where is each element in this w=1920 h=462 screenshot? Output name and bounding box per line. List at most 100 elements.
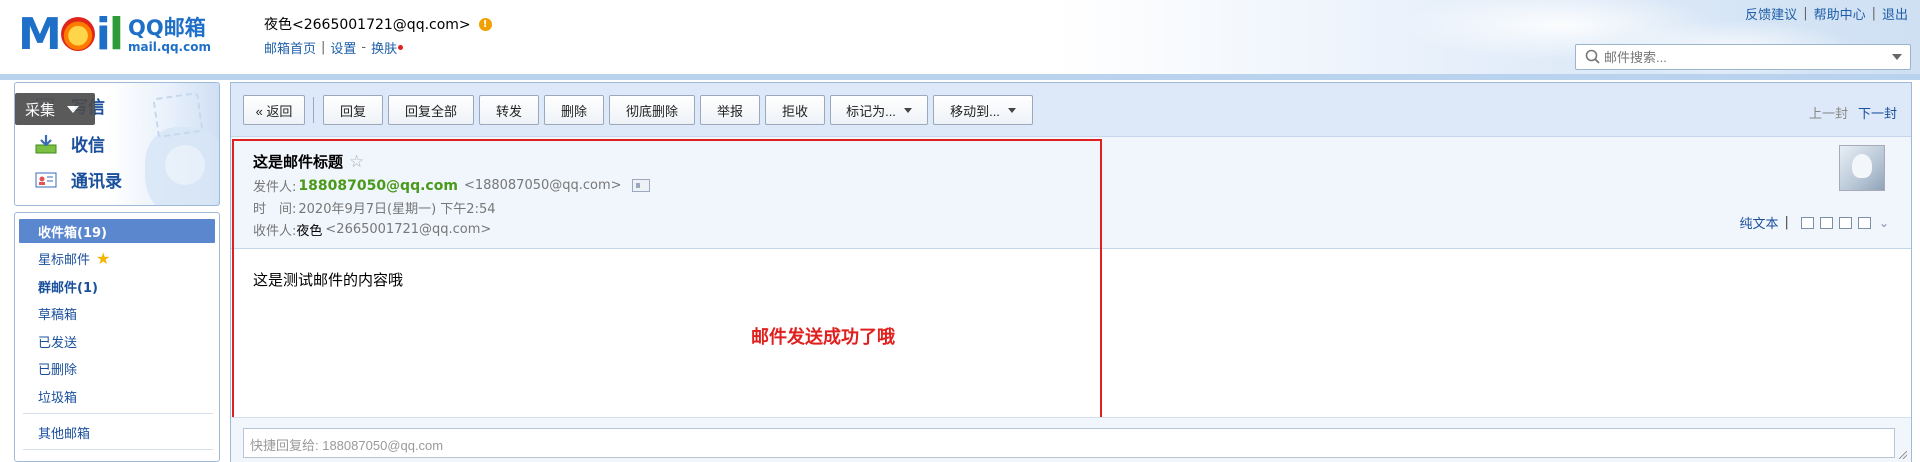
folder-other-mailboxes[interactable]: 其他邮箱 [19,420,215,444]
mail-search-box[interactable] [1575,44,1911,70]
user-display-name: 夜色<2665001721@qq.com> [264,17,471,33]
link-separator: | [321,40,326,55]
delete-button[interactable]: 删除 [544,95,604,125]
contact-card-icon[interactable] [631,179,650,192]
mailbox-home-link[interactable]: 邮箱首页 [264,38,316,57]
recipient-name[interactable]: 夜色 [296,220,322,239]
reply-button[interactable]: 回复 [323,95,383,125]
settings-link[interactable]: 设置 [330,38,356,57]
sender-line: 发件人: 188087050@qq.com <188087050@qq.com> [253,176,650,195]
folder-drafts[interactable]: 草稿箱 [19,301,215,325]
feedback-link[interactable]: 反馈建议 [1745,4,1797,23]
chevron-down-icon [67,105,80,113]
folder-group-mail[interactable]: 群邮件(1) [19,274,215,298]
header-stripe [0,74,1920,80]
folder-sent[interactable]: 已发送 [19,329,215,353]
sender-address: <188087050@qq.com> [463,178,622,193]
folder-label: 星标邮件 [38,252,91,268]
reply-all-button[interactable]: 回复全部 [388,95,474,125]
folder-label: 收件箱(19) [38,225,107,241]
mail-navigation: 上一封 下一封 [1809,103,1897,122]
qq-mail-logo[interactable]: Mil QQ邮箱 mail.qq.com [18,12,211,58]
sender-name[interactable]: 188087050@qq.com [298,178,458,194]
warning-icon[interactable]: ! [478,17,492,31]
contacts-button[interactable]: 通讯录 [35,167,122,192]
link-separator: - [361,40,367,55]
link-separator: | [1784,215,1789,230]
logo-mail-mark: Mil [18,9,124,60]
folder-label: 草稿箱 [38,307,78,323]
search-input[interactable] [1604,49,1884,65]
annotation-text: 邮件发送成功了哦 [751,327,895,348]
plain-text-link[interactable]: 纯文本 [1740,213,1779,232]
receive-label: 收信 [71,136,105,156]
folder-label: 群邮件(1) [38,280,98,296]
folder-list: 收件箱(19) 星标邮件 ★ 群邮件(1) 草稿箱 已发送 已删除 垃圾箱 其他… [14,212,220,462]
next-mail-link[interactable]: 下一封 [1858,103,1897,122]
search-dropdown-icon[interactable] [1892,54,1902,60]
mark-as-dropdown[interactable]: 标记为... [830,95,928,125]
save-icon[interactable] [1838,216,1852,229]
folder-spam[interactable]: 垃圾箱 [19,384,215,408]
capture-overlay-button[interactable]: 采集 [15,93,95,125]
sender-avatar[interactable] [1839,145,1885,191]
chevron-down-icon [903,107,912,113]
user-info: 夜色<2665001721@qq.com> ! 邮箱首页 | 设置 - 换肤 [264,14,492,57]
quick-actions-panel: 写信 收信 通讯录 采集 [14,82,220,206]
folder-label: 垃圾箱 [38,390,78,406]
print-icon[interactable] [1857,216,1871,229]
top-right-links: 反馈建议 | 帮助中心 | 退出 [1745,4,1908,23]
folder-divider [23,449,213,450]
toolbar-divider [313,97,314,123]
folder-divider [23,413,213,414]
contacts-label: 通讯录 [71,172,122,192]
reject-button[interactable]: 拒收 [765,95,825,125]
capture-label: 采集 [25,100,56,119]
move-to-label: 移动到... [950,103,1000,119]
folder-inbox[interactable]: 收件箱(19) [19,219,215,243]
back-button[interactable]: « 返回 [243,95,305,125]
folder-starred[interactable]: 星标邮件 ★ [19,246,215,270]
star-outline-icon[interactable]: ☆ [349,152,364,172]
mail-header: 这是邮件标题 ☆ 发件人: 188087050@qq.com <18808705… [231,137,1911,249]
previous-mail-link[interactable]: 上一封 [1809,103,1848,122]
help-center-link[interactable]: 帮助中心 [1814,4,1866,23]
logout-link[interactable]: 退出 [1882,4,1908,23]
delete-permanently-button[interactable]: 彻底删除 [609,95,695,125]
quick-reply-input[interactable]: 快捷回复给: 188087050@qq.com [243,428,1895,458]
forward-button[interactable]: 转发 [479,95,539,125]
mail-read-panel: « 返回 回复 回复全部 转发 删除 彻底删除 举报 拒收 标记为... 移动到… [230,82,1912,462]
quick-reply-bar: 快捷回复给: 188087050@qq.com [231,417,1911,462]
folder-deleted[interactable]: 已删除 [19,356,215,380]
subject-text: 这是邮件标题 [253,153,344,171]
report-button[interactable]: 举报 [700,95,760,125]
recipient-address: <2665001721@qq.com> [325,222,492,237]
star-icon: ★ [96,248,111,268]
search-icon [1584,48,1602,66]
mail-view-tools: 纯文本 | ⌄ [1740,213,1889,232]
to-label: 收件人: [253,224,297,239]
resize-grip-icon[interactable] [1899,451,1907,459]
new-window-icon[interactable] [1800,216,1814,229]
inbox-download-icon [35,134,57,154]
penguin-decoration [145,127,219,205]
time-line: 时 间: 2020年9月7日(星期一) 下午2:54 [253,198,496,217]
link-separator: | [1803,6,1808,21]
move-to-dropdown[interactable]: 移动到... [933,95,1033,125]
time-label: 时 间: [253,202,297,217]
recipient-line: 收件人: 夜色 <2665001721@qq.com> [253,220,491,239]
mail-subject: 这是邮件标题 ☆ [253,151,364,172]
link-separator: | [1871,6,1876,21]
mail-body: 这是测试邮件的内容哦 [253,271,404,289]
mail-toolbar: « 返回 回复 回复全部 转发 删除 彻底删除 举报 拒收 标记为... 移动到… [231,83,1911,137]
receive-mail-button[interactable]: 收信 [35,131,105,156]
contact-card-icon [35,170,57,190]
chevron-down-icon [1007,107,1016,113]
logo-name: QQ邮箱 [127,16,206,40]
change-skin-link[interactable]: 换肤 [371,38,397,57]
sent-time: 2020年9月7日(星期一) 下午2:54 [298,202,496,217]
chevron-down-icon[interactable]: ⌄ [1879,216,1889,230]
folder-label: 已删除 [38,362,78,378]
left-sidebar: 写信 收信 通讯录 采集 收件箱(19) 星标邮件 ★ 群邮件(1) [14,82,220,462]
copy-icon[interactable] [1819,216,1833,229]
